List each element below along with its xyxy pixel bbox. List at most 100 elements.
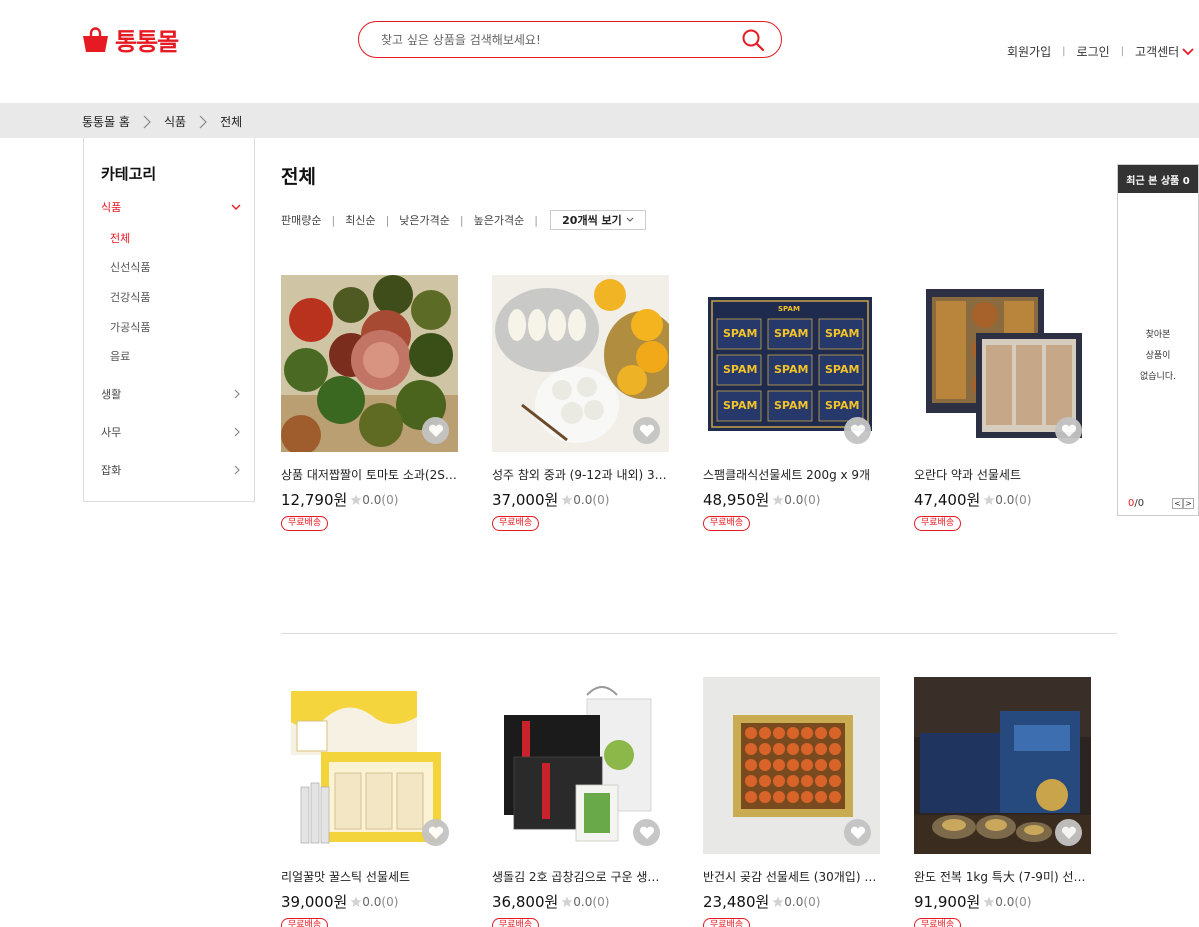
breadcrumb-home[interactable]: 통통몰 홈 — [82, 113, 130, 130]
rating: 0.0 (0) — [772, 493, 820, 507]
product-card[interactable]: 반건시 곶감 선물세트 (30개입) 1k… 23,480원 0.0 (0) 무료… — [703, 677, 880, 927]
price-row: 36,800원 0.0 (0) — [492, 891, 669, 912]
product-name[interactable]: 생돌김 2호 곱창김으로 구운 생돌… — [492, 868, 669, 885]
chevron-right-icon — [143, 115, 151, 128]
sidebar-subitem-health[interactable]: 건강식품 — [110, 289, 150, 305]
sort-best-selling[interactable]: 판매량순 — [281, 212, 321, 228]
sort-price-low[interactable]: 낮은가격순 — [399, 212, 450, 228]
product-image[interactable]: SPAM SPAM SPAM SPAM SPAM SPAM SPAM SPAM SPAM S… — [703, 275, 880, 452]
login-link[interactable]: 로그인 — [1077, 43, 1110, 60]
divider: | — [1062, 46, 1066, 57]
free-shipping-badge: 무료배송 — [914, 918, 962, 927]
breadcrumb-bar: 통통몰 홈 식품 전체 — [0, 103, 1199, 138]
wishlist-button[interactable] — [1055, 417, 1082, 444]
review-count: (0) — [803, 492, 821, 507]
sidebar-subitem-drinks[interactable]: 음료 — [110, 348, 130, 364]
product-card[interactable]: SPAM SPAM SPAM SPAM SPAM SPAM SPAM SPAM SPAM S… — [703, 275, 880, 531]
search-input[interactable] — [381, 29, 721, 51]
free-shipping-badge: 무료배송 — [703, 516, 751, 531]
product-image[interactable] — [492, 677, 669, 854]
sidebar-item-living[interactable]: 생활 — [101, 386, 241, 402]
wishlist-button[interactable] — [633, 417, 660, 444]
recently-viewed-pager: 0/0 — [1128, 498, 1144, 509]
chevron-right-icon — [199, 115, 207, 128]
breadcrumb-food[interactable]: 식품 — [164, 113, 186, 130]
chevron-down-icon — [231, 204, 241, 210]
product-image[interactable] — [281, 677, 458, 854]
product-name[interactable]: 스팸클래식선물세트 200g x 9개 — [703, 466, 880, 483]
rating-value: 0.0 — [362, 492, 382, 507]
sort-newest[interactable]: 최신순 — [345, 212, 375, 228]
breadcrumb-all[interactable]: 전체 — [220, 113, 242, 130]
svg-text:SPAM: SPAM — [778, 305, 800, 313]
divider: | — [331, 213, 336, 227]
review-count: (0) — [381, 492, 399, 507]
product-name[interactable]: 오란다 약과 선물세트 — [914, 466, 1091, 483]
free-shipping-badge: 무료배송 — [281, 918, 329, 927]
price-row: 48,950원 0.0 (0) — [703, 489, 880, 510]
signup-link[interactable]: 회원가입 — [1007, 43, 1051, 60]
review-count: (0) — [381, 894, 399, 909]
free-shipping-badge: 무료배송 — [492, 516, 540, 531]
product-card[interactable]: 오란다 약과 선물세트 47,400원 0.0 (0) 무료배송 — [914, 275, 1091, 531]
sidebar-item-office[interactable]: 사무 — [101, 424, 241, 440]
sidebar-item-food[interactable]: 식품 — [101, 199, 241, 215]
svg-text:SPAM: SPAM — [825, 399, 859, 412]
wishlist-button[interactable] — [844, 819, 871, 846]
product-card[interactable]: 리얼꿀맛 꿀스틱 선물세트 39,000원 0.0 (0) 무료배송 — [281, 677, 458, 927]
sidebar-subitem-fresh[interactable]: 신선식품 — [110, 259, 150, 275]
svg-text:SPAM: SPAM — [774, 327, 808, 340]
product-name[interactable]: 반건시 곶감 선물세트 (30개입) 1k… — [703, 868, 880, 885]
free-shipping-badge: 무료배송 — [703, 918, 751, 927]
product-name[interactable]: 성주 참외 중과 (9-12과 내외) 3kg — [492, 466, 669, 483]
star-icon — [983, 494, 995, 505]
product-price: 39,000원 — [281, 893, 348, 911]
divider: | — [385, 213, 390, 227]
review-count: (0) — [592, 894, 610, 909]
wishlist-button[interactable] — [422, 819, 449, 846]
chevron-down-icon — [626, 217, 634, 222]
search-icon[interactable] — [741, 28, 765, 52]
product-card[interactable]: 성주 참외 중과 (9-12과 내외) 3kg 37,000원 0.0 (0) 무… — [492, 275, 669, 531]
logo-text: 통통몰 — [115, 28, 179, 56]
page-title: 전체 — [281, 166, 316, 188]
wishlist-button[interactable] — [1055, 819, 1082, 846]
product-name[interactable]: 상품 대저짭짤이 토마토 소과(2S-… — [281, 466, 458, 483]
product-card[interactable]: 생돌김 2호 곱창김으로 구운 생돌… 36,800원 0.0 (0) 무료배송 — [492, 677, 669, 927]
product-price: 91,900원 — [914, 893, 981, 911]
product-image[interactable] — [492, 275, 669, 452]
product-image[interactable] — [914, 275, 1091, 452]
product-image[interactable] — [703, 677, 880, 854]
prev-arrow-button[interactable]: < — [1172, 498, 1183, 509]
rating: 0.0 (0) — [772, 895, 820, 909]
svg-text:SPAM: SPAM — [774, 363, 808, 376]
sidebar-subitem-processed[interactable]: 가공식품 — [110, 319, 150, 335]
divider: | — [1120, 46, 1125, 57]
rating-value: 0.0 — [995, 492, 1015, 507]
price-row: 23,480원 0.0 (0) — [703, 891, 880, 912]
product-name[interactable]: 리얼꿀맛 꿀스틱 선물세트 — [281, 868, 458, 885]
product-image[interactable] — [914, 677, 1091, 854]
product-card[interactable]: 완도 전복 1kg 특大 (7-9미) 선물… 91,900원 0.0 (0) 무… — [914, 677, 1091, 927]
sort-price-high[interactable]: 높은가격순 — [474, 212, 525, 228]
svg-text:SPAM: SPAM — [825, 363, 859, 376]
wishlist-button[interactable] — [844, 417, 871, 444]
product-image[interactable] — [281, 275, 458, 452]
shopping-bag-icon — [83, 26, 108, 52]
logo[interactable]: 통통몰 — [82, 22, 179, 57]
product-card[interactable]: 상품 대저짭짤이 토마토 소과(2S-… 12,790원 0.0 (0) 무료배송 — [281, 275, 458, 531]
product-name[interactable]: 완도 전복 1kg 특大 (7-9미) 선물… — [914, 868, 1091, 885]
wishlist-button[interactable] — [633, 819, 660, 846]
customer-center-menu[interactable]: 고객센터 — [1135, 43, 1194, 60]
sidebar-item-misc[interactable]: 잡화 — [101, 462, 241, 478]
rating-value: 0.0 — [995, 894, 1015, 909]
per-page-select[interactable]: 20개씩 보기 — [549, 210, 646, 230]
next-arrow-button[interactable]: > — [1183, 498, 1194, 509]
svg-text:SPAM: SPAM — [825, 327, 859, 340]
wishlist-button[interactable] — [422, 417, 449, 444]
recently-viewed-title: 최근 본 상품 0 — [1118, 165, 1198, 193]
svg-text:SPAM: SPAM — [723, 363, 757, 376]
chevron-right-icon — [234, 427, 240, 437]
sidebar-subitem-all[interactable]: 전체 — [110, 230, 130, 246]
divider: | — [459, 213, 464, 227]
